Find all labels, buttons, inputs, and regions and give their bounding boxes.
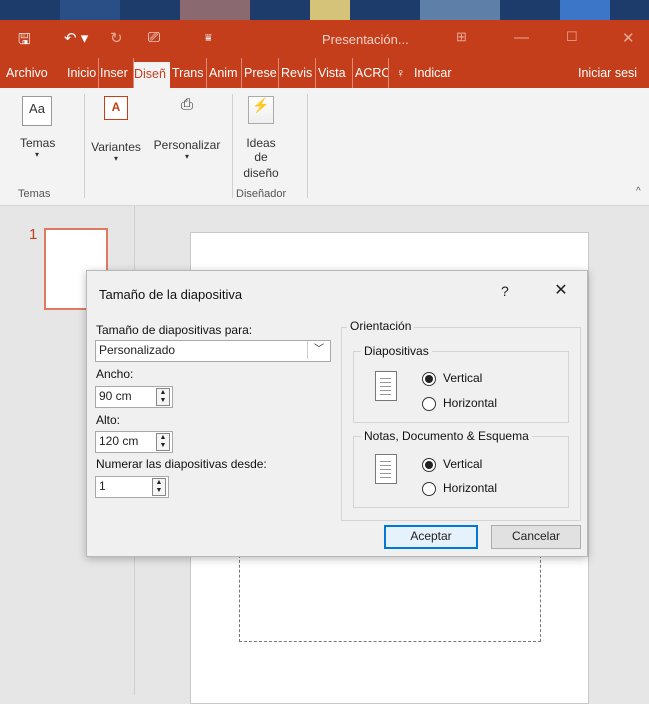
height-stepper[interactable]: 120 cm ▲ ▼ [95, 431, 173, 453]
dialog-close-button[interactable]: ✕ [549, 280, 573, 300]
chevron-down-icon: ▾ [34, 150, 39, 159]
width-label: Ancho: [96, 367, 134, 381]
group-separator [307, 94, 308, 198]
chevron-down-icon: ▾ [113, 154, 118, 163]
tab-acrobat[interactable]: ACRO [355, 58, 389, 88]
tab-presentacion[interactable]: Prese [244, 58, 279, 88]
group-separator [232, 94, 233, 198]
temas-label: Temas [20, 136, 56, 150]
group-label-temas: Temas [18, 188, 51, 200]
tab-insertar[interactable]: Inser [100, 58, 134, 88]
maximize-icon[interactable]: ☐ [566, 29, 578, 45]
lightbulb-icon: ♀ [396, 66, 406, 80]
cancel-button[interactable]: Cancelar [491, 525, 581, 549]
close-icon[interactable]: ✕ [622, 29, 635, 47]
spin-arrows-icon[interactable]: ▲ ▼ [156, 388, 170, 406]
help-button[interactable]: ? [501, 283, 509, 299]
undo-icon[interactable]: ↶ ▾ [64, 29, 88, 47]
collapse-ribbon-icon[interactable]: ^ [636, 186, 641, 197]
personalizar-label: Personalizar [153, 138, 221, 152]
notes-horizontal-radio[interactable] [422, 482, 436, 496]
height-value: 120 cm [99, 434, 139, 448]
tab-archivo[interactable]: Archivo [6, 58, 62, 88]
number-from-stepper[interactable]: 1 ▲ ▼ [95, 476, 169, 498]
group-separator [84, 94, 85, 198]
tab-inicio[interactable]: Inicio [67, 58, 99, 88]
portrait-page-icon [375, 454, 397, 484]
chevron-down-icon: ▾ [184, 152, 189, 161]
variants-icon: A [104, 96, 128, 120]
group-label-disenador: Diseñador [236, 188, 287, 200]
personalizar-button[interactable]: ⎙ Personalizar ▾ [148, 96, 226, 161]
height-label: Alto: [96, 413, 121, 427]
notes-group-label: Notas, Documento & Esquema [361, 429, 532, 443]
notes-vertical-radio[interactable] [422, 458, 436, 472]
window-title: Presentación... [322, 32, 409, 47]
customize-slide-icon: ⎙ [180, 96, 193, 113]
ok-button[interactable]: Aceptar [384, 525, 478, 549]
size-for-label: Tamaño de diapositivas para: [96, 323, 253, 337]
tab-transiciones[interactable]: Trans [172, 58, 207, 88]
number-from-value: 1 [99, 479, 106, 493]
slide-number: 1 [29, 226, 38, 243]
chevron-down-icon[interactable]: ﹀ [307, 341, 330, 359]
spin-arrows-icon[interactable]: ▲ ▼ [156, 433, 170, 451]
ideas-label-1: Ideas de [246, 136, 276, 164]
notes-vertical-label: Vertical [443, 457, 483, 471]
orientation-label: Orientación [347, 319, 415, 333]
ideas-label-2: diseño [243, 166, 279, 180]
number-from-label: Numerar las diapositivas desde: [96, 457, 267, 471]
tab-animaciones[interactable]: Anim [209, 58, 242, 88]
restore-icon[interactable]: ⊞ [456, 29, 467, 45]
slide-size-dialog: Tamaño de la diapositiva ? ✕ Tamaño de d… [86, 270, 588, 557]
size-for-value: Personalizado [99, 343, 176, 357]
slides-vertical-radio[interactable] [422, 372, 436, 386]
redo-icon[interactable]: ↻ [110, 29, 123, 47]
tab-vista[interactable]: Vista [318, 58, 353, 88]
tab-indicar[interactable]: Indicar [414, 58, 464, 88]
width-value: 90 cm [99, 389, 132, 403]
slides-horizontal-label: Horizontal [443, 396, 498, 410]
themes-icon: Aa [22, 96, 52, 126]
width-stepper[interactable]: 90 cm ▲ ▼ [95, 386, 173, 408]
notes-horizontal-label: Horizontal [443, 481, 498, 495]
ideas-diseno-button[interactable]: ⚡ Ideas de diseño [238, 96, 284, 180]
portrait-page-icon [375, 371, 397, 401]
minimize-icon[interactable]: — [514, 29, 529, 46]
ribbon-tabs: Archivo Inicio Inser Diseñ Trans Anim Pr… [0, 58, 649, 88]
design-ideas-icon: ⚡ [248, 96, 274, 124]
content-placeholder[interactable] [239, 545, 541, 642]
present-icon[interactable]: ⎚ [148, 29, 160, 46]
customize-icon[interactable]: ⩸ [205, 32, 212, 45]
slides-horizontal-radio[interactable] [422, 397, 436, 411]
temas-button[interactable]: Aa Temas ▾ [20, 96, 56, 159]
size-for-select[interactable]: Personalizado ﹀ [95, 340, 331, 362]
title-bar: 🖫 ↶ ▾ ↻ ⎚ ⩸ Presentación... ⊞ — ☐ ✕ [0, 20, 649, 58]
dialog-title: Tamaño de la diapositiva [99, 287, 243, 302]
variantes-button[interactable]: A Variantes ▾ [90, 96, 142, 163]
variantes-label: Variantes [91, 140, 141, 154]
ribbon: Aa Temas ▾ A Variantes ▾ ⎙ Personalizar … [0, 88, 649, 206]
slides-group-label: Diapositivas [361, 344, 432, 358]
tab-iniciar-sesion[interactable]: Iniciar sesi [578, 58, 649, 88]
spin-arrows-icon[interactable]: ▲ ▼ [152, 478, 166, 496]
save-icon[interactable]: 🖫 [18, 29, 31, 54]
slides-vertical-label: Vertical [443, 371, 483, 385]
tab-revisar[interactable]: Revis [281, 58, 316, 88]
taskbar-strip [0, 0, 649, 20]
tab-diseno[interactable]: Diseñ [134, 62, 170, 88]
